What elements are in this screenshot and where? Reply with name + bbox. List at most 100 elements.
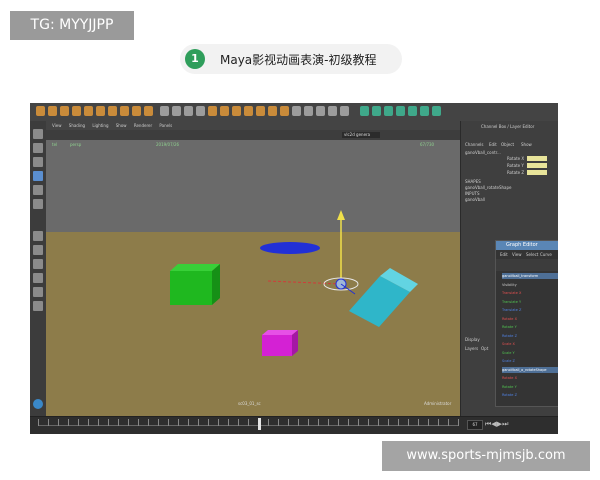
viewport-menu-item[interactable]: View [52, 123, 62, 128]
layout-icon[interactable] [33, 287, 43, 297]
shelf-tool-icon[interactable] [256, 106, 265, 116]
shelf-tool-icon[interactable] [120, 106, 129, 116]
shelf-tool-icon[interactable] [316, 106, 325, 116]
graph-editor-channel-row[interactable]: Scale X [502, 341, 558, 347]
time-slider-tick [218, 419, 219, 426]
shelf-tool-icon[interactable] [196, 106, 205, 116]
channel-tab[interactable]: Edit [489, 142, 497, 147]
shelf-tool-icon[interactable] [48, 106, 57, 116]
hud-date: 2019/07/26 [156, 142, 180, 147]
graph-editor-menu-item[interactable]: Edit [500, 252, 508, 257]
shelf-tool-icon[interactable] [132, 106, 141, 116]
graph-editor-channel-row[interactable]: Rotate X [502, 375, 558, 381]
shelf-tool-icon[interactable] [244, 106, 253, 116]
layers-tab[interactable]: Layers [465, 346, 478, 351]
graph-editor-channel-row[interactable]: Rotate X [502, 316, 558, 322]
shelf-tool-icon[interactable] [72, 106, 81, 116]
viewport-scene [46, 140, 460, 416]
layout-icon[interactable] [33, 273, 43, 283]
graph-editor-channel-row[interactable]: Visibility [502, 282, 558, 288]
shelf-tool-icon[interactable] [232, 106, 241, 116]
shelf-tool-icon[interactable] [432, 106, 441, 116]
viewport-menu-item[interactable]: Renderer [134, 123, 152, 128]
layout-icon[interactable] [33, 301, 43, 311]
viewport-menu-item[interactable]: Lighting [92, 123, 108, 128]
graph-editor-title-bar[interactable]: Graph Editor [496, 241, 558, 250]
shelf-tool-icon[interactable] [144, 106, 153, 116]
shelf-tool-icon[interactable] [160, 106, 169, 116]
sky-background [46, 140, 460, 232]
shelf-tool-icon[interactable] [36, 106, 45, 116]
shelf-tool-icon[interactable] [420, 106, 429, 116]
graph-editor-channel-row[interactable]: Translate Z [502, 307, 558, 313]
shelf-tool-icon[interactable] [328, 106, 337, 116]
rotate-tool-icon[interactable] [33, 185, 43, 195]
graph-editor-channel-row[interactable]: Translate X [502, 290, 558, 296]
time-slider-tick [338, 419, 339, 426]
shelf-tool-icon[interactable] [60, 106, 69, 116]
shelf-tool-icon[interactable] [360, 106, 369, 116]
layout-icon[interactable] [33, 231, 43, 241]
shelf-tool-icon[interactable] [372, 106, 381, 116]
graph-editor-channel-row[interactable]: Rotate Z [502, 392, 558, 398]
graph-editor-channel-row[interactable]: ganoVball_transform [502, 273, 558, 279]
viewport-menu-item[interactable]: Shading [69, 123, 85, 128]
graph-editor-channel-row[interactable]: Rotate Y [502, 324, 558, 330]
layout-icon[interactable] [33, 259, 43, 269]
viewport-menu-item[interactable]: Panels [159, 123, 172, 128]
display-tab[interactable]: Display [465, 337, 480, 342]
playback-controls-icon[interactable]: ⏮◀▶⏭ [485, 420, 508, 428]
scale-tool-icon[interactable] [33, 199, 43, 209]
hud-frame-counter: 67/730 [420, 142, 435, 147]
shelf-tool-icon[interactable] [208, 106, 217, 116]
graph-editor-channel-row[interactable]: Scale Y [502, 350, 558, 356]
channel-tab[interactable]: Object [501, 142, 514, 147]
shelf-tool-icon[interactable] [108, 106, 117, 116]
shelf-tool-icon[interactable] [268, 106, 277, 116]
shelf-tool-icon[interactable] [292, 106, 301, 116]
lasso-tool-icon[interactable] [33, 143, 43, 153]
channel-attr-field[interactable] [527, 163, 547, 168]
tool-box [30, 121, 47, 416]
shape-item[interactable]: ganoVball_rotateShape [465, 185, 512, 190]
shelf-tool-icon[interactable] [184, 106, 193, 116]
move-tool-icon[interactable] [33, 171, 43, 181]
graph-editor-channel-row[interactable]: Translate Y [502, 299, 558, 305]
graph-editor-channel-row[interactable]: Rotate Z [502, 333, 558, 339]
tag-label: TG: MYYJJPP [10, 11, 134, 40]
paint-tool-icon[interactable] [33, 157, 43, 167]
shelf-tool-icon[interactable] [220, 106, 229, 116]
shelf-tool-icon[interactable] [396, 106, 405, 116]
graph-editor-channel-row[interactable]: ganoVball_o_rotateShape [502, 366, 558, 373]
graph-editor-menu-item[interactable]: View [512, 252, 522, 257]
graph-editor-channel-row[interactable]: Scale Z [502, 358, 558, 364]
time-slider-tick [128, 419, 129, 426]
input-item[interactable]: ganoVball [465, 197, 485, 202]
shelf-tool-icon[interactable] [172, 106, 181, 116]
time-slider[interactable]: 67 ⏮◀▶⏭ [30, 416, 558, 434]
shelf-tool-icon[interactable] [280, 106, 289, 116]
camera-field[interactable]: vlc2d genera [342, 132, 380, 138]
shelf-tool-icon[interactable] [384, 106, 393, 116]
shelf-tool-icon[interactable] [304, 106, 313, 116]
channel-attr-field[interactable] [527, 170, 547, 175]
time-slider-tick [248, 419, 249, 426]
layers-tab[interactable]: Opt [481, 346, 488, 351]
current-time-marker[interactable] [258, 418, 261, 430]
shelf-tool-icon[interactable] [84, 106, 93, 116]
perspective-viewport[interactable]: View Shading Lighting Show Renderer Pane… [46, 121, 460, 416]
shelf-tool-icon[interactable] [340, 106, 349, 116]
graph-editor-menu-item[interactable]: Select [526, 252, 538, 257]
maya-logo-icon [33, 399, 43, 409]
select-tool-icon[interactable] [33, 129, 43, 139]
channel-attr-field[interactable] [527, 156, 547, 161]
channel-tab[interactable]: Channels [465, 142, 484, 147]
graph-editor-menu-item[interactable]: Curve [540, 252, 552, 257]
current-frame-field[interactable]: 67 [467, 420, 483, 430]
channel-tab[interactable]: Show [521, 142, 532, 147]
viewport-menu-item[interactable]: Show [116, 123, 127, 128]
graph-editor-channel-row[interactable]: Rotate Y [502, 384, 558, 390]
shelf-tool-icon[interactable] [408, 106, 417, 116]
shelf-tool-icon[interactable] [96, 106, 105, 116]
layout-icon[interactable] [33, 245, 43, 255]
